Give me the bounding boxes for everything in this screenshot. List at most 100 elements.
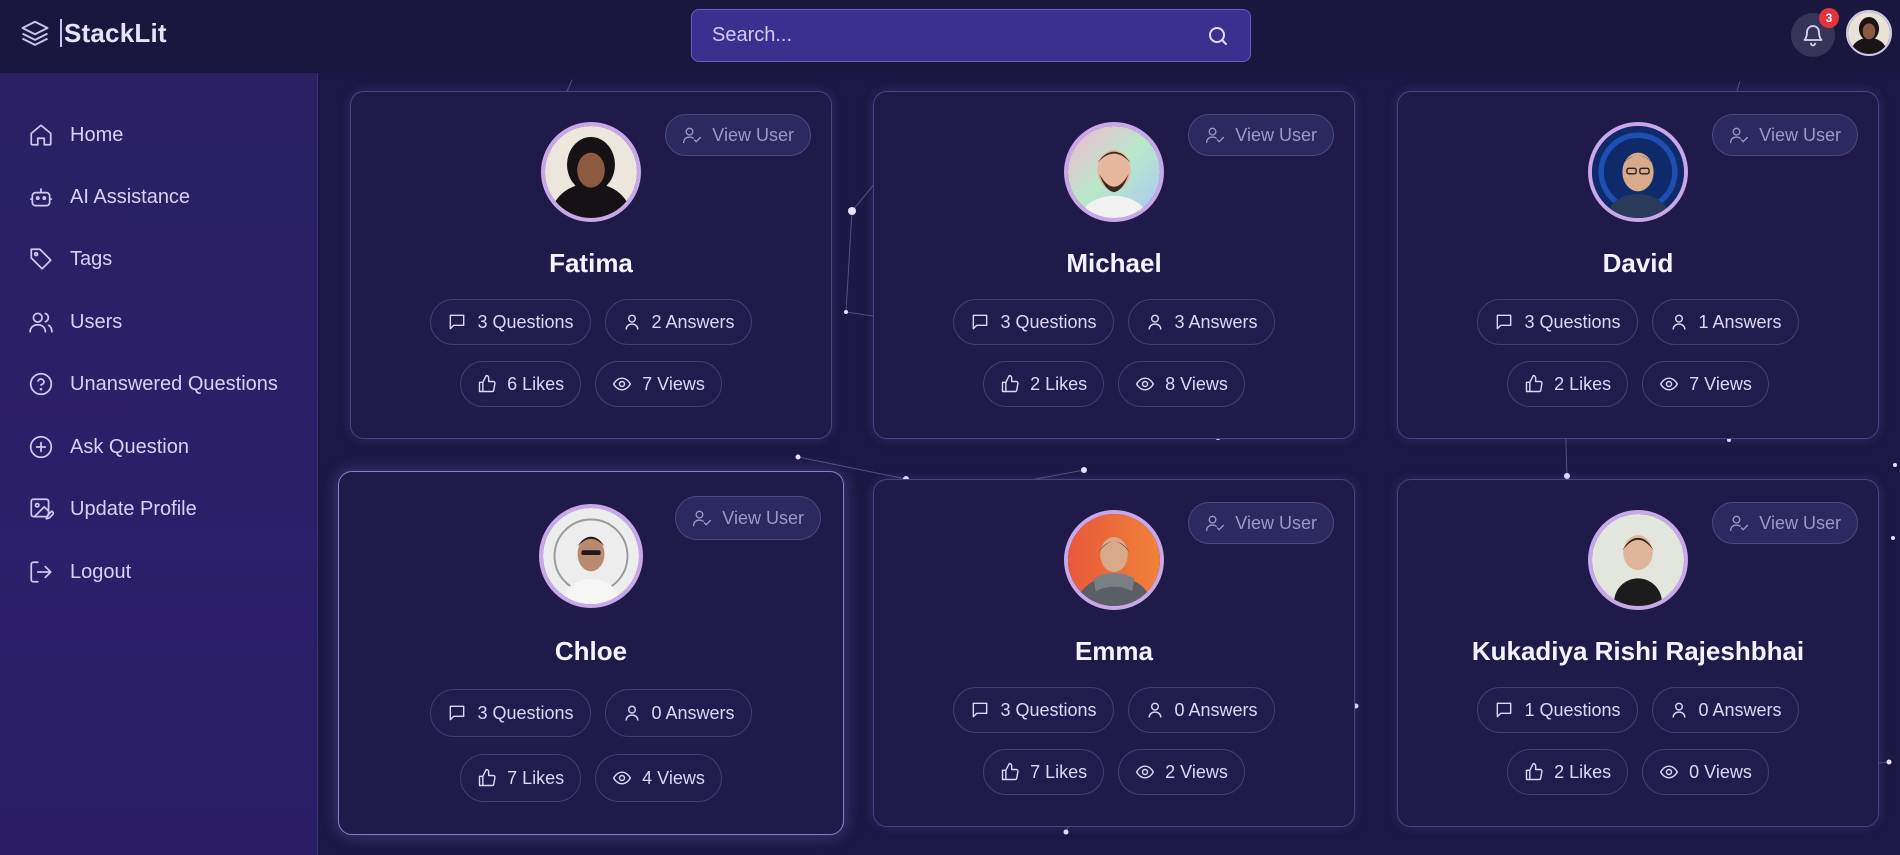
sidebar: Home AI Assistance Tags Users Unanswered… xyxy=(0,73,318,855)
answers-stat: 1 Answers xyxy=(1651,299,1799,345)
sidebar-item-label: Users xyxy=(70,310,123,333)
user-card: View User Emma 3 Questions 0 Answers 7 L… xyxy=(873,479,1355,827)
thumbs-up-icon xyxy=(1525,762,1543,781)
sidebar-item-label: Tags xyxy=(70,247,113,270)
message-square-icon xyxy=(1497,702,1512,718)
stat-label: 3 Questions xyxy=(1524,311,1621,332)
user-card: View User Kukadiya Rishi Rajeshbhai 1 Qu… xyxy=(1397,479,1879,827)
user-check-icon xyxy=(1206,127,1225,144)
stat-label: 0 Answers xyxy=(651,702,735,723)
sidebar-item-update-profile[interactable]: Update Profile xyxy=(28,496,197,522)
views-stat: 7 Views xyxy=(595,361,722,407)
bell-icon xyxy=(1803,25,1823,47)
stat-label: 2 Likes xyxy=(1030,373,1088,394)
image-edit-icon xyxy=(30,498,54,520)
sidebar-item-label: Unanswered Questions xyxy=(70,372,278,395)
sidebar-item-unanswered-questions[interactable]: Unanswered Questions xyxy=(28,371,278,397)
likes-stat: 6 Likes xyxy=(460,361,582,407)
sidebar-item-label: Logout xyxy=(70,560,132,583)
questions-stat: 3 Questions xyxy=(430,689,591,737)
views-stat: 7 Views xyxy=(1642,361,1769,407)
user-name[interactable]: Michael xyxy=(874,248,1354,279)
answers-stat: 0 Answers xyxy=(604,689,752,737)
stat-label: 3 Questions xyxy=(1000,699,1097,720)
user-name[interactable]: Emma xyxy=(874,636,1354,667)
views-stat: 4 Views xyxy=(595,754,722,802)
user-check-icon xyxy=(693,510,712,527)
user-name[interactable]: Chloe xyxy=(339,636,843,667)
stat-label: 0 Views xyxy=(1689,761,1752,782)
profile-avatar[interactable] xyxy=(1846,10,1892,56)
avatar[interactable] xyxy=(1064,122,1164,222)
questions-stat: 3 Questions xyxy=(1477,299,1638,345)
thumbs-up-icon xyxy=(478,374,496,393)
view-user-button[interactable]: View User xyxy=(675,496,821,540)
eye-icon xyxy=(1136,765,1155,779)
avatar[interactable] xyxy=(1064,510,1164,610)
stat-label: 0 Answers xyxy=(1174,699,1258,720)
sidebar-item-home[interactable]: Home xyxy=(28,122,123,148)
sidebar-item-logout[interactable]: Logout xyxy=(28,559,131,585)
view-user-label: View User xyxy=(1235,512,1317,533)
user-name[interactable]: Kukadiya Rishi Rajeshbhai xyxy=(1398,636,1878,667)
stat-label: 2 Answers xyxy=(651,311,735,332)
view-user-button[interactable]: View User xyxy=(1712,502,1858,544)
likes-stat: 2 Likes xyxy=(1507,749,1629,795)
stat-label: 1 Questions xyxy=(1524,699,1621,720)
stats-row: 7 Likes 2 Views xyxy=(874,749,1354,795)
likes-stat: 7 Likes xyxy=(983,749,1105,795)
avatar[interactable] xyxy=(541,122,641,222)
stats-row: 2 Likes 8 Views xyxy=(874,361,1354,407)
user-icon xyxy=(624,314,639,330)
thumbs-up-icon xyxy=(1525,374,1543,393)
user-icon xyxy=(624,705,639,721)
message-square-icon xyxy=(973,702,988,718)
stat-label: 0 Answers xyxy=(1698,699,1782,720)
sidebar-item-ai-assistance[interactable]: AI Assistance xyxy=(28,184,190,210)
user-name[interactable]: Fatima xyxy=(351,248,831,279)
avatar[interactable] xyxy=(539,504,643,608)
user-card: View User David 3 Questions 1 Answers 2 … xyxy=(1397,91,1879,439)
answers-stat: 3 Answers xyxy=(1127,299,1275,345)
plus-circle-icon xyxy=(29,435,53,459)
user-icon xyxy=(1671,314,1686,330)
avatar[interactable] xyxy=(1588,510,1688,610)
stats-row: 6 Likes 7 Views xyxy=(351,361,831,407)
questions-stat: 3 Questions xyxy=(953,299,1114,345)
brand[interactable]: StackLit xyxy=(20,18,167,48)
user-check-icon xyxy=(683,127,702,144)
eye-icon xyxy=(1136,377,1155,391)
sidebar-item-tags[interactable]: Tags xyxy=(28,246,112,272)
stats-row: 3 Questions 2 Answers xyxy=(351,299,831,345)
view-user-button[interactable]: View User xyxy=(1712,114,1858,156)
thumbs-up-icon xyxy=(478,768,496,787)
stat-label: 7 Likes xyxy=(507,767,565,788)
view-user-button[interactable]: View User xyxy=(1188,502,1334,544)
home-icon xyxy=(30,124,52,146)
sidebar-item-label: Home xyxy=(70,123,124,146)
user-check-icon xyxy=(1206,515,1225,532)
avatar[interactable] xyxy=(1588,122,1688,222)
views-stat: 0 Views xyxy=(1642,749,1769,795)
message-square-icon xyxy=(1497,314,1512,330)
sidebar-item-users[interactable]: Users xyxy=(28,309,122,335)
view-user-button[interactable]: View User xyxy=(665,114,811,156)
views-stat: 2 Views xyxy=(1118,749,1245,795)
stats-row: 3 Questions 0 Answers xyxy=(874,687,1354,733)
user-icon xyxy=(1147,314,1162,330)
sidebar-item-ask-question[interactable]: Ask Question xyxy=(28,434,189,460)
user-name[interactable]: David xyxy=(1398,248,1878,279)
search-input[interactable] xyxy=(712,24,1206,47)
stat-label: 7 Views xyxy=(1689,373,1752,394)
message-square-icon xyxy=(450,705,465,721)
user-card: View User Chloe 3 Questions 0 Answers 7 … xyxy=(338,471,844,835)
sidebar-item-label: AI Assistance xyxy=(70,185,191,208)
view-user-button[interactable]: View User xyxy=(1188,114,1334,156)
view-user-label: View User xyxy=(1759,512,1841,533)
user-check-icon xyxy=(1730,515,1749,532)
stats-row: 3 Questions 1 Answers xyxy=(1398,299,1878,345)
questions-stat: 3 Questions xyxy=(430,299,591,345)
stat-label: 7 Views xyxy=(642,373,705,394)
search-icon[interactable] xyxy=(1206,24,1230,48)
logout-icon xyxy=(30,561,52,583)
